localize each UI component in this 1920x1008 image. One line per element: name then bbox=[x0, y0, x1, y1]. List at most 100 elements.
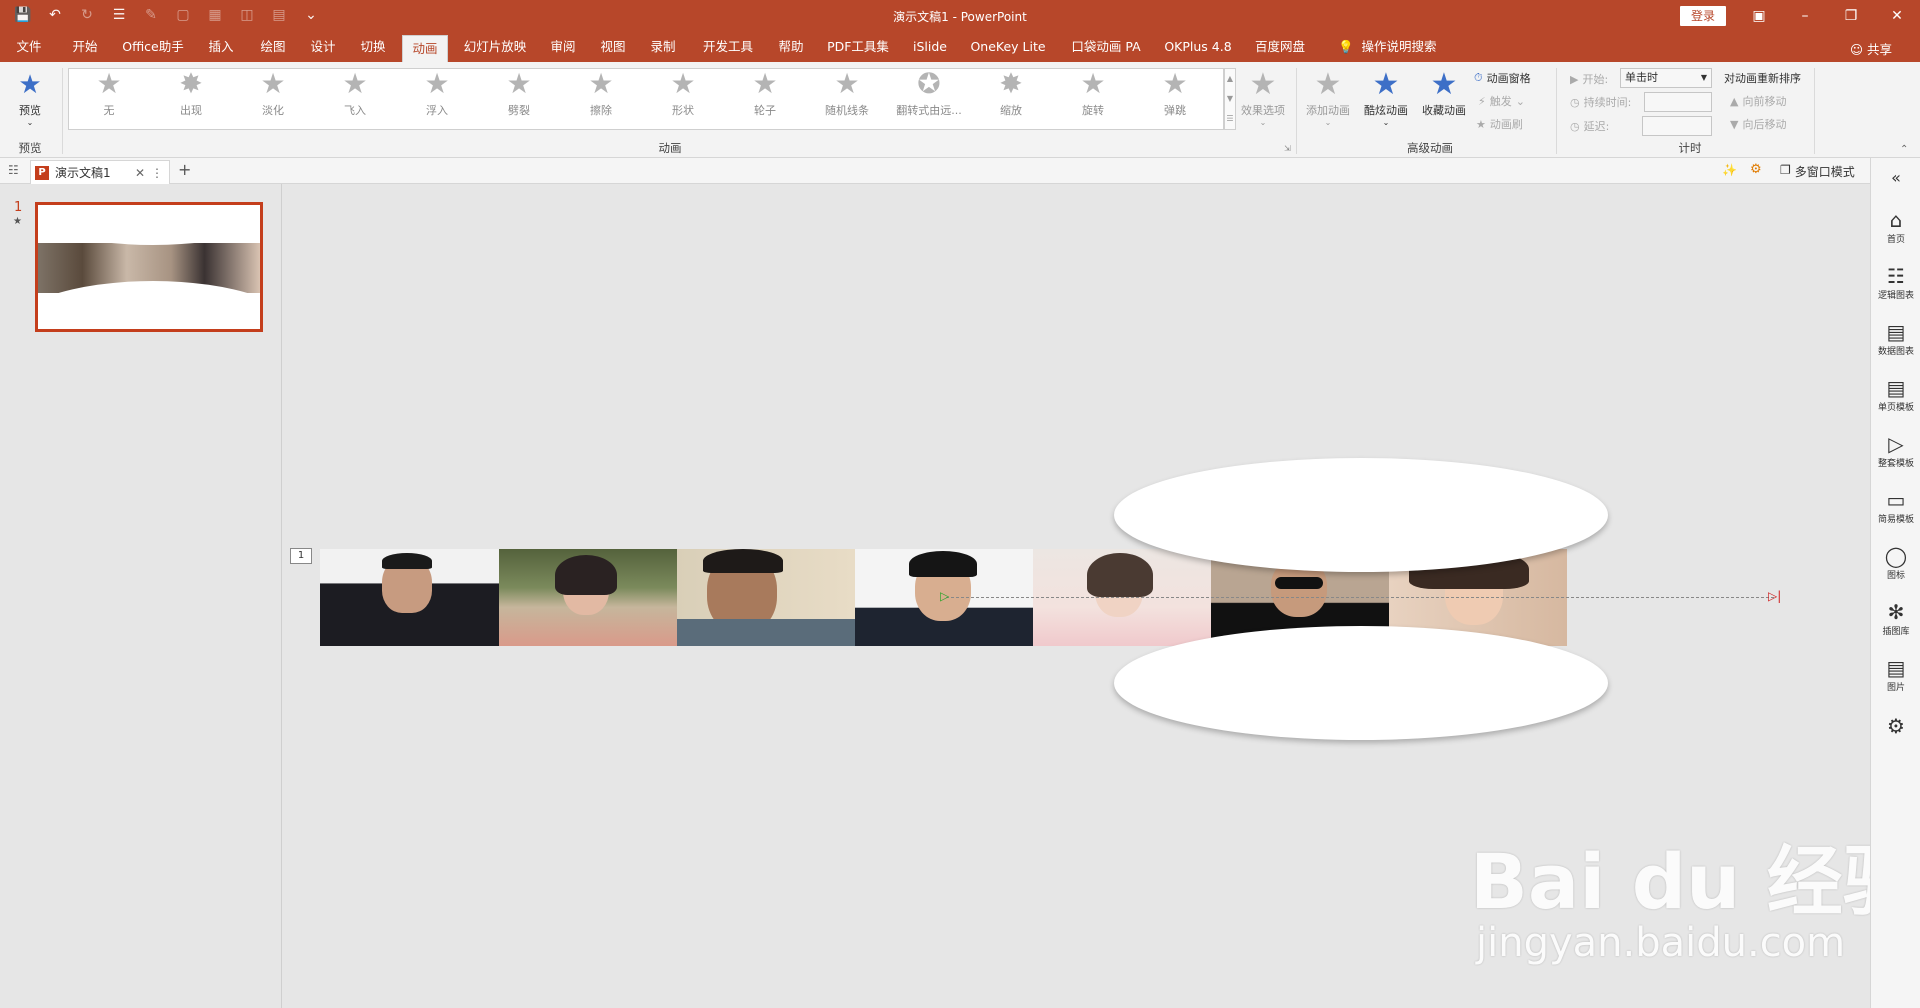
anim-none[interactable]: ★ 无 bbox=[68, 68, 150, 124]
undo-icon[interactable]: ↶ bbox=[46, 6, 64, 24]
sunglasses-shape bbox=[1275, 577, 1323, 589]
tab-transitions[interactable]: 切换 bbox=[356, 32, 390, 62]
panel-pictures[interactable]: ▤ 图片 bbox=[1871, 656, 1920, 693]
new-tab-icon[interactable]: + bbox=[178, 160, 191, 179]
anim-bounce[interactable]: ★ 弹跳 bbox=[1134, 68, 1216, 124]
gear-icon[interactable]: ⚙ bbox=[1750, 162, 1762, 177]
tab-okplus[interactable]: OKPlus 4.8 bbox=[1162, 32, 1234, 62]
anim-float-in[interactable]: ★ 浮入 bbox=[396, 68, 478, 124]
panel-logic-chart[interactable]: ☷ 逻辑图表 bbox=[1871, 264, 1920, 301]
panel-simple-template[interactable]: ▭ 简易模板 bbox=[1871, 488, 1920, 525]
collapse-ribbon-icon[interactable]: ⌃ bbox=[1900, 144, 1908, 155]
panel-single-template[interactable]: ▤ 单页模板 bbox=[1871, 376, 1920, 413]
more-icon[interactable]: ⋮ bbox=[151, 166, 169, 180]
collapse-panel-icon[interactable]: « bbox=[1871, 168, 1920, 187]
tab-help[interactable]: 帮助 bbox=[774, 32, 808, 62]
save-icon[interactable]: 💾 bbox=[14, 6, 32, 24]
panel-settings[interactable]: ⚙ bbox=[1871, 714, 1920, 738]
tab-view[interactable]: 视图 bbox=[596, 32, 630, 62]
touch-mode-icon[interactable]: ☰ bbox=[110, 6, 128, 24]
anim-wipe[interactable]: ★ 擦除 bbox=[560, 68, 642, 124]
tab-baidu-netdisk[interactable]: 百度网盘 bbox=[1252, 32, 1308, 62]
tab-animations[interactable]: 动画 bbox=[402, 35, 448, 62]
tab-office-assistant[interactable]: Office助手 bbox=[120, 32, 186, 62]
gallery-scroll[interactable]: ▲ ▼ ☰ bbox=[1224, 68, 1236, 130]
anim-zoom[interactable]: ✸ 缩放 bbox=[970, 68, 1052, 124]
ribbon-display-icon[interactable]: ▣ bbox=[1736, 0, 1782, 32]
tab-slideshow[interactable]: 幻灯片放映 bbox=[462, 32, 528, 62]
multi-window-button[interactable]: ❐ 多窗口模式 bbox=[1780, 163, 1855, 180]
panel-data-chart[interactable]: ▤ 数据图表 bbox=[1871, 320, 1920, 357]
tab-insert[interactable]: 插入 bbox=[204, 32, 238, 62]
minimize-button[interactable]: – bbox=[1782, 0, 1828, 32]
motion-path-line[interactable] bbox=[946, 597, 1774, 598]
restore-button[interactable]: ❐ bbox=[1828, 0, 1874, 32]
animation-pane-button[interactable]: ⏱ 动画窗格 bbox=[1474, 70, 1531, 86]
duration-input[interactable] bbox=[1644, 92, 1712, 112]
top-ellipse-shape[interactable] bbox=[1114, 458, 1608, 572]
tab-record[interactable]: 录制 bbox=[646, 32, 680, 62]
document-tab[interactable]: P 演示文稿1 ✕ ⋮ bbox=[30, 160, 170, 184]
preview-button[interactable]: ★ 预览 ⌄ bbox=[8, 68, 52, 127]
arrange-icon[interactable]: ◫ bbox=[238, 6, 256, 24]
photo-1[interactable] bbox=[320, 549, 499, 646]
login-button[interactable]: 登录 bbox=[1680, 6, 1726, 26]
delay-input[interactable] bbox=[1642, 116, 1712, 136]
anim-random-bars[interactable]: ★ 随机线条 bbox=[806, 68, 888, 124]
tab-design[interactable]: 设计 bbox=[306, 32, 340, 62]
favorite-animation-button[interactable]: ★ 收藏动画 bbox=[1416, 68, 1472, 118]
panel-home[interactable]: ⌂ 首页 bbox=[1871, 208, 1920, 245]
tab-draw[interactable]: 绘图 bbox=[256, 32, 290, 62]
crop-icon[interactable]: ▢ bbox=[174, 6, 192, 24]
tab-pocket-animation[interactable]: 口袋动画 PA bbox=[1066, 32, 1146, 62]
bottom-ellipse-shape[interactable] bbox=[1114, 626, 1608, 740]
panel-full-template[interactable]: ▷ 整套模板 bbox=[1871, 432, 1920, 469]
add-animation-button[interactable]: ★ 添加动画 ⌄ bbox=[1300, 68, 1356, 128]
tab-file[interactable]: 文件 bbox=[14, 32, 44, 62]
triangle-down-icon: ▼ bbox=[1730, 117, 1739, 131]
tab-home[interactable]: 开始 bbox=[68, 32, 102, 62]
cool-animation-button[interactable]: ★ 酷炫动画 ⌄ bbox=[1358, 68, 1414, 128]
anim-swivel[interactable]: ★ 旋转 bbox=[1052, 68, 1134, 124]
image-icon: ▤ bbox=[1886, 656, 1906, 680]
anim-shape[interactable]: ★ 形状 bbox=[642, 68, 724, 124]
tab-review[interactable]: 审阅 bbox=[546, 32, 580, 62]
tab-pdf-tools[interactable]: PDF工具集 bbox=[826, 32, 890, 62]
delay-label: ◷ 延迟: bbox=[1570, 119, 1610, 134]
home-icon: ⌂ bbox=[1889, 208, 1903, 232]
magic-icon[interactable]: ✨ bbox=[1722, 163, 1737, 177]
anim-fly-in[interactable]: ★ 飞入 bbox=[314, 68, 396, 124]
tab-islide[interactable]: iSlide bbox=[908, 32, 952, 62]
tell-me-search[interactable]: 操作说明搜索 bbox=[1356, 32, 1442, 62]
star-icon: ★ bbox=[752, 67, 778, 100]
slide-thumbnail-1[interactable] bbox=[35, 202, 263, 332]
align-icon[interactable]: ▤ bbox=[270, 6, 288, 24]
effect-options-button[interactable]: ★ 效果选项 ⌄ bbox=[1236, 68, 1290, 128]
share-button[interactable]: ☺ 共享 bbox=[1850, 39, 1892, 58]
animation-order-tag[interactable]: 1 bbox=[290, 548, 312, 564]
anim-split[interactable]: ★ 劈裂 bbox=[478, 68, 560, 124]
move-earlier-button[interactable]: ▲ 向前移动 bbox=[1730, 93, 1786, 109]
tab-list-icon[interactable]: ☷ bbox=[8, 163, 19, 177]
tab-developer[interactable]: 开发工具 bbox=[700, 32, 756, 62]
customize-qat-icon[interactable]: ⌄ bbox=[302, 6, 320, 24]
anim-grow-turn[interactable]: ✪ 翻转式由远... bbox=[888, 68, 970, 124]
anim-wheel[interactable]: ★ 轮子 bbox=[724, 68, 806, 124]
anim-appear[interactable]: ✸ 出现 bbox=[150, 68, 232, 124]
move-later-button[interactable]: ▼ 向后移动 bbox=[1730, 116, 1786, 132]
trigger-button[interactable]: ⚡ 触发 ⌄ bbox=[1478, 93, 1525, 109]
tab-onekey-lite[interactable]: OneKey Lite bbox=[968, 32, 1048, 62]
format-painter-icon[interactable]: ✎ bbox=[142, 6, 160, 24]
anim-fade[interactable]: ★ 淡化 bbox=[232, 68, 314, 124]
group-icon[interactable]: ▦ bbox=[206, 6, 224, 24]
close-button[interactable]: ✕ bbox=[1874, 0, 1920, 32]
photo-3[interactable] bbox=[677, 549, 855, 646]
redo-icon[interactable]: ↻ bbox=[78, 6, 96, 24]
start-select[interactable]: 单击时 ▼ bbox=[1620, 68, 1712, 88]
close-icon[interactable]: ✕ bbox=[135, 166, 145, 180]
photo-2[interactable] bbox=[499, 549, 677, 646]
animation-painter-button[interactable]: ★ 动画刷 bbox=[1476, 116, 1523, 132]
panel-icons[interactable]: ◯ 图标 bbox=[1871, 544, 1920, 581]
dialog-launcher-icon[interactable]: ⇲ bbox=[1284, 144, 1291, 153]
panel-illustrations[interactable]: ✻ 插图库 bbox=[1871, 600, 1920, 637]
